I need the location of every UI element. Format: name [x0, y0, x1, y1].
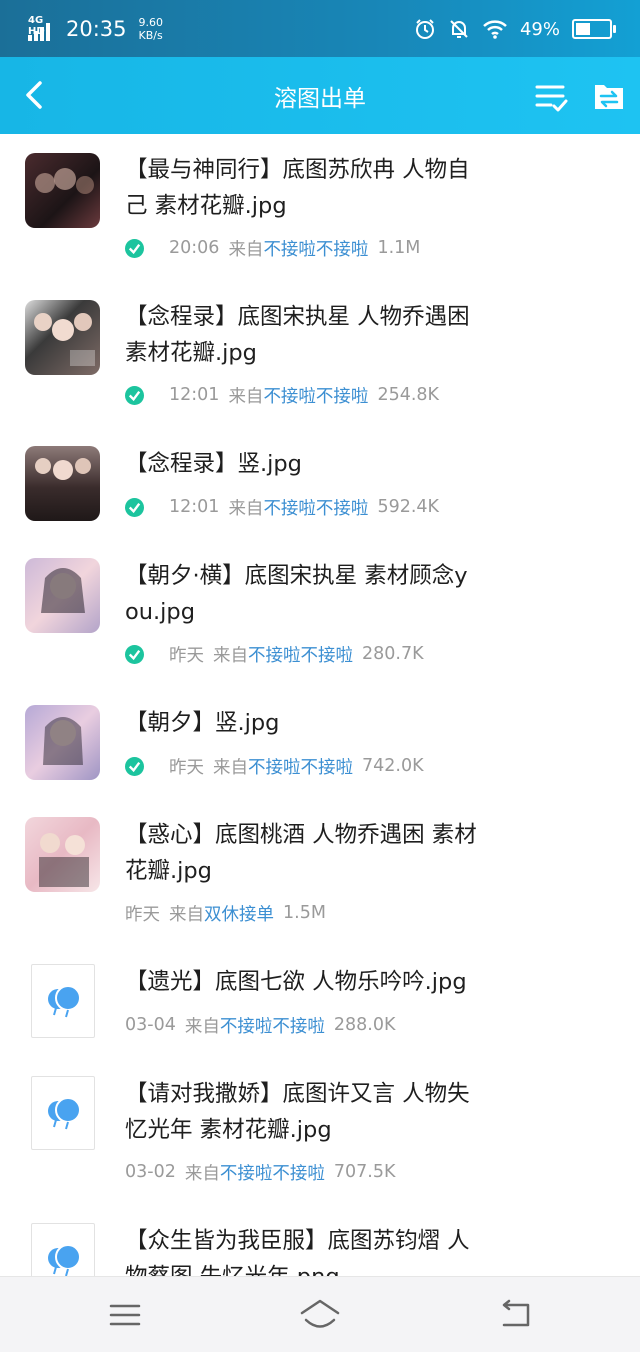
file-from: 来自	[184, 1163, 220, 1184]
file-from: 来自	[213, 645, 248, 666]
file-name: 【朝夕】竖.jpg	[125, 710, 280, 736]
file-thumbnail	[25, 446, 100, 521]
status-bar: 4G HD 20:35 9.60 KB/s 49%	[0, 0, 640, 57]
battery-fill	[576, 23, 590, 35]
file-name: 【念程录】竖.jpg	[125, 451, 302, 477]
file-source[interactable]: 双休接单	[204, 901, 274, 926]
menu-icon[interactable]	[103, 1295, 147, 1335]
file-name-cont: ou.jpg	[125, 599, 195, 625]
clock: 20:35	[66, 17, 127, 41]
file-from: 来自	[169, 904, 204, 925]
alarm-icon	[415, 19, 434, 39]
file-size: 280.7K	[362, 644, 424, 664]
file-source[interactable]: 不接啦不接啦	[248, 642, 353, 667]
file-size: 707.5K	[333, 1162, 396, 1182]
net-speed-value: 9.60	[138, 16, 164, 29]
battery-icon	[572, 19, 616, 39]
file-thumbnail	[25, 558, 100, 633]
file-source[interactable]: 不接啦不接啦	[263, 236, 368, 261]
file-from: 来自	[228, 239, 264, 260]
file-from: 来自	[228, 498, 264, 519]
file-time: 03-04	[125, 1015, 176, 1035]
file-name: 【请对我撒娇】底图许又言 人物失	[125, 1081, 470, 1107]
file-name: 【遗光】底图七欲 人物乐吟吟.jpg	[125, 969, 467, 995]
battery-percent: 49%	[519, 18, 560, 40]
file-source[interactable]: 不接啦不接啦	[248, 754, 353, 779]
file-thumbnail	[25, 817, 100, 892]
file-name: 【朝夕·横】底图宋执星 素材顾念y	[125, 563, 468, 589]
file-thumbnail	[31, 964, 95, 1038]
wifi-icon	[483, 20, 507, 39]
back-icon[interactable]	[494, 1295, 538, 1335]
file-size: 742.0K	[362, 756, 424, 776]
file-thumbnail	[25, 300, 100, 375]
file-time: 昨天	[169, 757, 204, 778]
file-time: 昨天	[125, 904, 160, 925]
file-source[interactable]: 不接啦不接啦	[220, 1160, 325, 1185]
file-time: 20:06	[169, 238, 220, 258]
qq-file-icon	[48, 1097, 81, 1130]
file-from: 来自	[228, 386, 264, 407]
check-icon	[125, 238, 144, 258]
file-source[interactable]: 不接啦不接啦	[263, 383, 368, 408]
file-time: 昨天	[169, 645, 204, 666]
file-thumbnail	[25, 705, 100, 780]
net-speed-unit: KB/s	[138, 29, 163, 42]
folder-transfer-icon[interactable]	[589, 77, 629, 117]
file-time: 12:01	[169, 497, 220, 517]
file-size: 288.0K	[333, 1015, 396, 1035]
check-icon	[125, 497, 144, 517]
file-thumbnail	[25, 153, 100, 228]
system-nav-bar	[0, 1276, 640, 1352]
mute-bell-icon	[450, 20, 468, 38]
file-from: 来自	[213, 757, 248, 778]
title-bar: 溶图出单	[0, 57, 640, 134]
file-name: 【众生皆为我臣服】底图苏钧熠 人	[125, 1228, 470, 1254]
signal-icon: 4G HD	[28, 15, 58, 43]
file-from: 来自	[184, 1016, 220, 1037]
qq-file-icon	[48, 985, 81, 1018]
file-size: 592.4K	[377, 497, 440, 517]
home-icon[interactable]	[298, 1295, 342, 1335]
check-icon	[125, 644, 144, 664]
file-time: 03-02	[125, 1162, 176, 1182]
file-name-cont: 花瓣.jpg	[125, 858, 212, 884]
file-size: 1.5M	[283, 903, 326, 923]
file-name-cont: 忆光年 素材花瓣.jpg	[125, 1117, 332, 1143]
check-icon	[125, 385, 144, 405]
file-size: 1.1M	[377, 238, 421, 258]
file-name: 【念程录】底图宋执星 人物乔遇困	[125, 304, 470, 330]
file-source[interactable]: 不接啦不接啦	[263, 495, 368, 520]
check-icon	[125, 756, 144, 776]
file-name: 【惑心】底图桃酒 人物乔遇困 素材	[125, 822, 477, 848]
file-name-cont: 素材花瓣.jpg	[125, 340, 257, 366]
net-speed: 9.60 KB/s	[139, 16, 164, 42]
file-name-cont: 己 素材花瓣.jpg	[125, 193, 287, 219]
file-thumbnail	[31, 1076, 95, 1150]
file-name: 【最与神同行】底图苏欣冉 人物自	[125, 157, 470, 183]
file-source[interactable]: 不接啦不接啦	[220, 1013, 325, 1038]
list-check-icon[interactable]	[532, 77, 572, 117]
file-time: 12:01	[169, 385, 220, 405]
file-size: 254.8K	[377, 385, 440, 405]
